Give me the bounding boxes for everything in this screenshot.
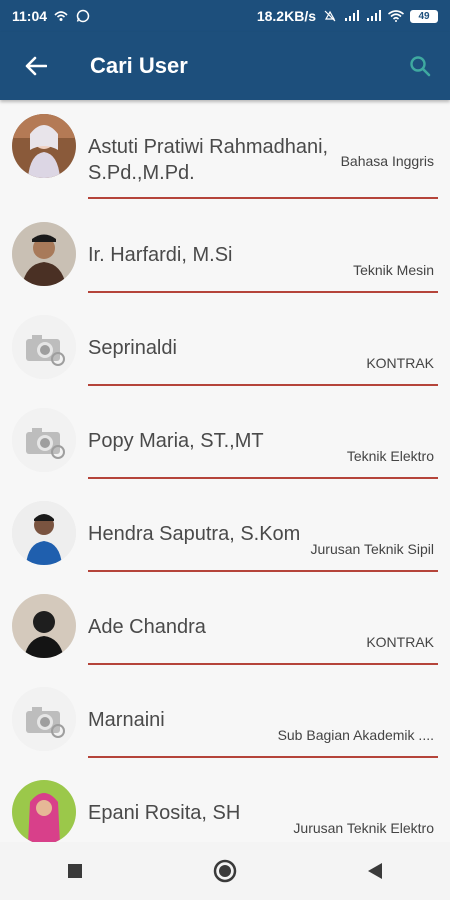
status-time: 11:04	[12, 8, 48, 24]
avatar	[12, 594, 76, 658]
divider	[88, 384, 438, 386]
list-item[interactable]: Marnaini Sub Bagian Akademik ....	[0, 673, 450, 766]
whatsapp-icon	[75, 9, 91, 23]
avatar-placeholder	[12, 408, 76, 472]
back-button[interactable]	[0, 32, 72, 100]
triangle-back-icon	[368, 863, 382, 879]
user-department: KONTRAK	[366, 634, 434, 650]
avatar	[12, 222, 76, 286]
app-bar: Cari User	[0, 32, 450, 100]
list-item[interactable]: Hendra Saputra, S.Kom Jurusan Teknik Sip…	[0, 487, 450, 580]
list-item[interactable]: Popy Maria, ST.,MT Teknik Elektro	[0, 394, 450, 487]
list-item[interactable]: Ade Chandra KONTRAK	[0, 580, 450, 673]
list-item[interactable]: Ir. Harfardi, M.Si Teknik Mesin	[0, 208, 450, 301]
user-department: Jurusan Teknik Elektro	[293, 820, 434, 836]
navigation-bar	[0, 842, 450, 900]
avatar	[12, 114, 76, 178]
camera-icon	[12, 315, 76, 379]
user-department: Sub Bagian Akademik ....	[277, 727, 434, 743]
circle-icon	[213, 859, 237, 883]
avatar-placeholder	[12, 315, 76, 379]
status-bar: 11:04 18.2KB/s 49	[0, 0, 450, 32]
list-item[interactable]: Seprinaldi KONTRAK	[0, 301, 450, 394]
divider	[88, 570, 438, 572]
user-list: Astuti Pratiwi Rahmadhani, S.Pd.,M.Pd. B…	[0, 100, 450, 842]
recents-button[interactable]	[40, 842, 110, 900]
arrow-left-icon	[25, 56, 47, 76]
list-item[interactable]: Epani Rosita, SH Jurusan Teknik Elektro	[0, 766, 450, 842]
home-button[interactable]	[190, 842, 260, 900]
user-department: Teknik Elektro	[346, 448, 434, 464]
mute-icon	[322, 9, 338, 23]
divider	[88, 663, 438, 665]
divider	[88, 197, 438, 199]
user-department: Teknik Mesin	[353, 262, 434, 278]
list-item[interactable]: Astuti Pratiwi Rahmadhani, S.Pd.,M.Pd. B…	[0, 100, 450, 208]
network-speed: 18.2KB/s	[256, 8, 316, 24]
battery-indicator: 49	[410, 9, 438, 23]
avatar-placeholder	[12, 687, 76, 751]
page-title: Cari User	[90, 53, 188, 78]
user-department: Jurusan Teknik Sipil	[310, 541, 434, 557]
user-department: KONTRAK	[366, 355, 434, 371]
square-icon	[68, 864, 82, 878]
search-button[interactable]	[390, 32, 450, 100]
avatar	[12, 780, 76, 842]
search-icon	[410, 56, 431, 77]
signal-icon	[344, 9, 360, 23]
camera-icon	[12, 687, 76, 751]
signal-icon-2	[366, 9, 382, 23]
camera-icon	[12, 408, 76, 472]
divider	[88, 756, 438, 758]
hotspot-icon	[53, 9, 69, 23]
user-department: Bahasa Inggris	[340, 153, 434, 169]
avatar	[12, 501, 76, 565]
divider	[88, 291, 438, 293]
divider	[88, 477, 438, 479]
back-nav-button[interactable]	[340, 842, 410, 900]
wifi-icon	[388, 9, 404, 23]
